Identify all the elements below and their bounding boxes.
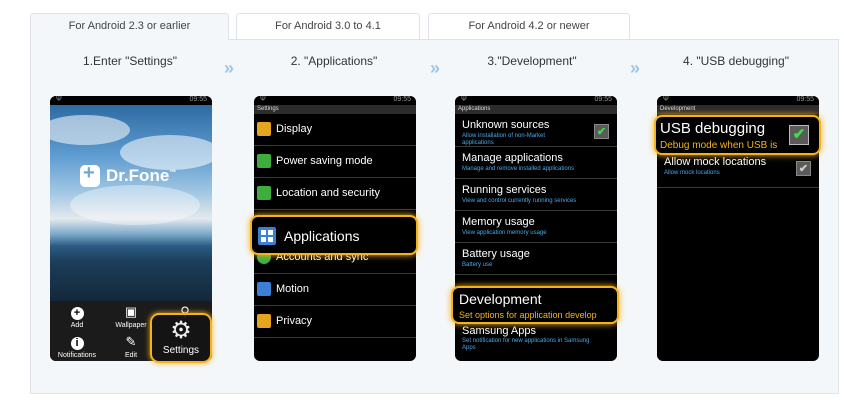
checkbox-checked-icon[interactable]: ✔: [796, 161, 811, 176]
settings-item-privacy[interactable]: Privacy: [254, 306, 416, 338]
development-label: Development: [459, 291, 542, 307]
tab-android-4-2[interactable]: For Android 4.2 or newer: [428, 13, 630, 39]
settings-item-location[interactable]: Location and security: [254, 178, 416, 210]
dock-add[interactable]: + Add: [50, 301, 104, 331]
status-time: 09:55: [796, 96, 814, 103]
usb-icon: Ψ: [56, 96, 62, 103]
wallpaper: Dr.Fone™: [50, 105, 212, 301]
status-bar: Ψ 09:55: [50, 96, 212, 105]
drfone-logo-icon: [80, 162, 100, 187]
usb-icon: Ψ: [260, 96, 266, 103]
development-sub: Set options for application develop: [459, 310, 597, 320]
display-icon: [257, 122, 271, 136]
status-bar: Ψ 09:55: [254, 96, 416, 105]
app-item-samsung-apps[interactable]: Samsung Apps Set notification for new ap…: [455, 325, 617, 357]
add-icon: +: [70, 307, 84, 320]
brand-name: Dr.Fone™: [106, 166, 177, 185]
step-3-title: 3."Development": [487, 54, 577, 68]
app-item-battery-usage[interactable]: Battery usage Battery use: [455, 243, 617, 275]
status-bar: Ψ 09:55: [657, 96, 819, 105]
chevron-right-icon: »: [430, 58, 440, 78]
usb-debugging-highlight[interactable]: USB debugging Debug mode when USB is ✔: [654, 115, 821, 155]
dev-item-mock-locations[interactable]: Allow mock locations Allow mock location…: [657, 152, 819, 188]
usb-icon: Ψ: [461, 96, 467, 103]
chevron-right-icon: »: [630, 58, 640, 78]
applications-label: Applications: [284, 228, 360, 244]
usb-debugging-label: USB debugging: [660, 120, 766, 137]
privacy-icon: [257, 314, 271, 328]
status-time: 09:55: [594, 96, 612, 103]
settings-label: Settings: [162, 345, 200, 356]
settings-button-highlight[interactable]: ⚙ Settings: [150, 313, 212, 363]
screen-header: Development: [657, 105, 819, 114]
app-item-running-services[interactable]: Running services View and control curren…: [455, 179, 617, 211]
app-item-manage-applications[interactable]: Manage applications Manage and remove in…: [455, 147, 617, 179]
gear-icon: ⚙: [170, 317, 192, 344]
step-4-title: 4. "USB debugging": [683, 54, 789, 68]
checkbox-checked-icon[interactable]: ✔: [789, 125, 809, 145]
chevron-right-icon: »: [224, 58, 234, 78]
step-1-title: 1.Enter "Settings": [83, 54, 177, 68]
motion-icon: [257, 282, 271, 296]
dock-notifications[interactable]: i Notifications: [50, 331, 104, 361]
info-icon: i: [70, 337, 84, 350]
usb-icon: Ψ: [663, 96, 669, 103]
settings-item-power-saving[interactable]: Power saving mode: [254, 146, 416, 178]
power-saving-icon: [257, 154, 271, 168]
settings-item-motion[interactable]: Motion: [254, 274, 416, 306]
tab-android-2-3[interactable]: For Android 2.3 or earlier: [30, 13, 229, 40]
development-highlight[interactable]: Development Set options for application …: [451, 286, 619, 324]
status-time: 09:55: [393, 96, 411, 103]
checkbox-checked-icon[interactable]: ✔: [594, 124, 609, 139]
usb-debugging-sub: Debug mode when USB is: [660, 140, 778, 151]
screen-header: Settings: [254, 105, 416, 114]
applications-icon: [258, 227, 276, 245]
status-bar: Ψ 09:55: [455, 96, 617, 105]
location-icon: [257, 186, 271, 200]
status-time: 09:55: [189, 96, 207, 103]
drfone-logo: Dr.Fone™: [80, 162, 177, 187]
step-2-title: 2. "Applications": [290, 54, 378, 68]
applications-highlight[interactable]: Applications: [250, 215, 418, 255]
app-item-unknown-sources[interactable]: Unknown sources Allow installation of no…: [455, 114, 617, 147]
screen-header: Applications: [455, 105, 617, 114]
tab-android-3-0-to-4-1[interactable]: For Android 3.0 to 4.1: [236, 13, 420, 39]
settings-item-display[interactable]: Display: [254, 114, 416, 146]
app-item-memory-usage[interactable]: Memory usage View application memory usa…: [455, 211, 617, 243]
